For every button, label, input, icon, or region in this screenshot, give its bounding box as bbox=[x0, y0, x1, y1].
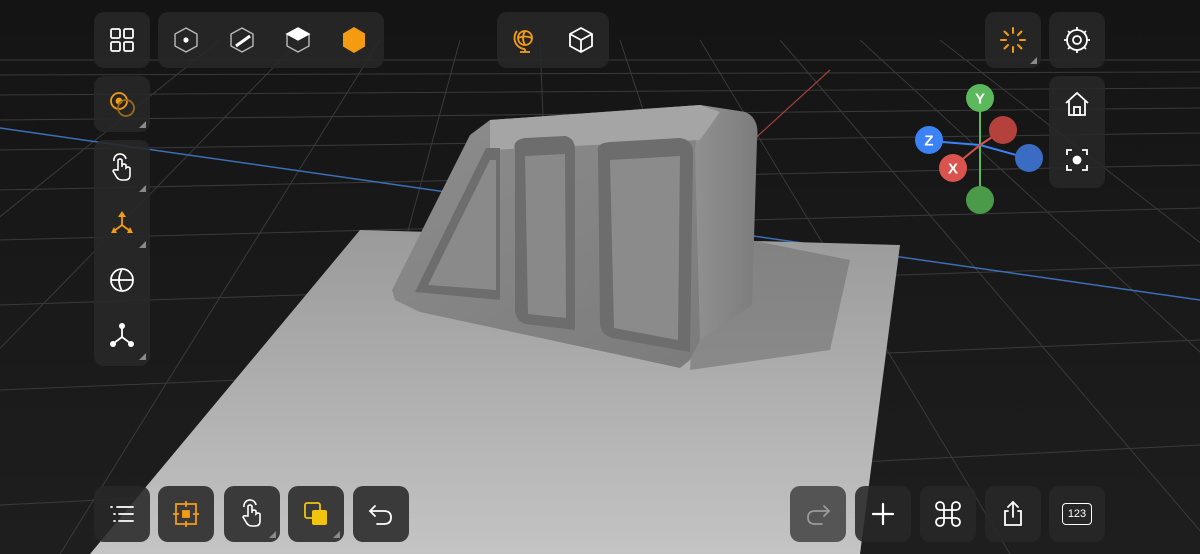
move-tool-icon bbox=[111, 211, 133, 233]
command-icon bbox=[935, 501, 961, 527]
touch-icon bbox=[242, 499, 261, 527]
pivot-button[interactable] bbox=[94, 76, 150, 132]
grid-icon bbox=[110, 28, 134, 52]
share-button[interactable] bbox=[985, 486, 1041, 542]
object-mode-icon bbox=[343, 27, 365, 53]
transform-space-group bbox=[497, 12, 609, 68]
scale-tool-icon bbox=[110, 323, 134, 347]
numeric-label: 123 bbox=[1067, 508, 1087, 520]
settings-button[interactable] bbox=[1049, 12, 1105, 68]
numeric-input-button[interactable]: 123 bbox=[1049, 486, 1105, 542]
undo-button[interactable] bbox=[353, 486, 409, 542]
command-button[interactable] bbox=[920, 486, 976, 542]
snap-icon bbox=[1000, 27, 1026, 53]
local-space-button[interactable] bbox=[553, 12, 609, 68]
redo-button[interactable] bbox=[790, 486, 846, 542]
local-space-icon bbox=[569, 26, 593, 54]
add-icon bbox=[871, 502, 895, 526]
face-mode-button[interactable] bbox=[270, 12, 326, 68]
settings-icon bbox=[1064, 27, 1090, 53]
home-view-icon bbox=[1065, 91, 1089, 116]
gizmo-z-label: Z bbox=[924, 133, 933, 150]
selection-mode-group bbox=[158, 12, 384, 68]
redo-icon bbox=[807, 505, 831, 525]
edge-mode-icon bbox=[230, 27, 254, 53]
move-tool-button[interactable] bbox=[94, 196, 150, 252]
gizmo-neg-y[interactable] bbox=[966, 186, 994, 214]
numeric-icon: 123 bbox=[1062, 503, 1092, 525]
orientation-gizmo[interactable]: Y Z X bbox=[905, 80, 1050, 220]
pivot-group bbox=[94, 76, 150, 132]
world-space-icon bbox=[513, 30, 533, 53]
add-button[interactable] bbox=[855, 486, 911, 542]
frame-selection-button[interactable] bbox=[158, 486, 214, 542]
frame-selection-icon bbox=[173, 501, 199, 527]
touch-button[interactable] bbox=[224, 486, 280, 542]
share-icon bbox=[1004, 500, 1022, 526]
object-mode-button[interactable] bbox=[326, 12, 382, 68]
touch-select-icon bbox=[112, 153, 131, 181]
home-view-button[interactable] bbox=[1049, 76, 1105, 132]
focus-icon bbox=[1066, 149, 1088, 171]
edge-mode-button[interactable] bbox=[214, 12, 270, 68]
touch-select-button[interactable] bbox=[94, 140, 150, 196]
layers-button[interactable] bbox=[288, 486, 344, 542]
focus-button[interactable] bbox=[1049, 132, 1105, 188]
layers-icon bbox=[304, 502, 327, 525]
tool-group bbox=[94, 140, 150, 366]
view-group bbox=[1049, 76, 1105, 188]
face-mode-icon bbox=[285, 27, 311, 53]
gizmo-x-label: X bbox=[948, 161, 958, 178]
gizmo-y-label: Y bbox=[975, 91, 985, 108]
vertex-mode-button[interactable] bbox=[158, 12, 214, 68]
world-space-button[interactable] bbox=[497, 12, 553, 68]
undo-icon bbox=[368, 505, 392, 525]
outliner-button[interactable] bbox=[94, 486, 150, 542]
snap-button[interactable] bbox=[985, 12, 1041, 68]
scale-tool-button[interactable] bbox=[94, 308, 150, 364]
rotate-tool-button[interactable] bbox=[94, 252, 150, 308]
list-icon bbox=[110, 506, 134, 522]
rotate-tool-icon bbox=[110, 268, 134, 292]
gizmo-neg-z[interactable] bbox=[1015, 144, 1043, 172]
pivot-icon bbox=[110, 92, 135, 117]
gizmo-neg-x[interactable] bbox=[989, 116, 1017, 144]
grid-menu-button[interactable] bbox=[94, 12, 150, 68]
vertex-mode-icon bbox=[174, 27, 198, 53]
